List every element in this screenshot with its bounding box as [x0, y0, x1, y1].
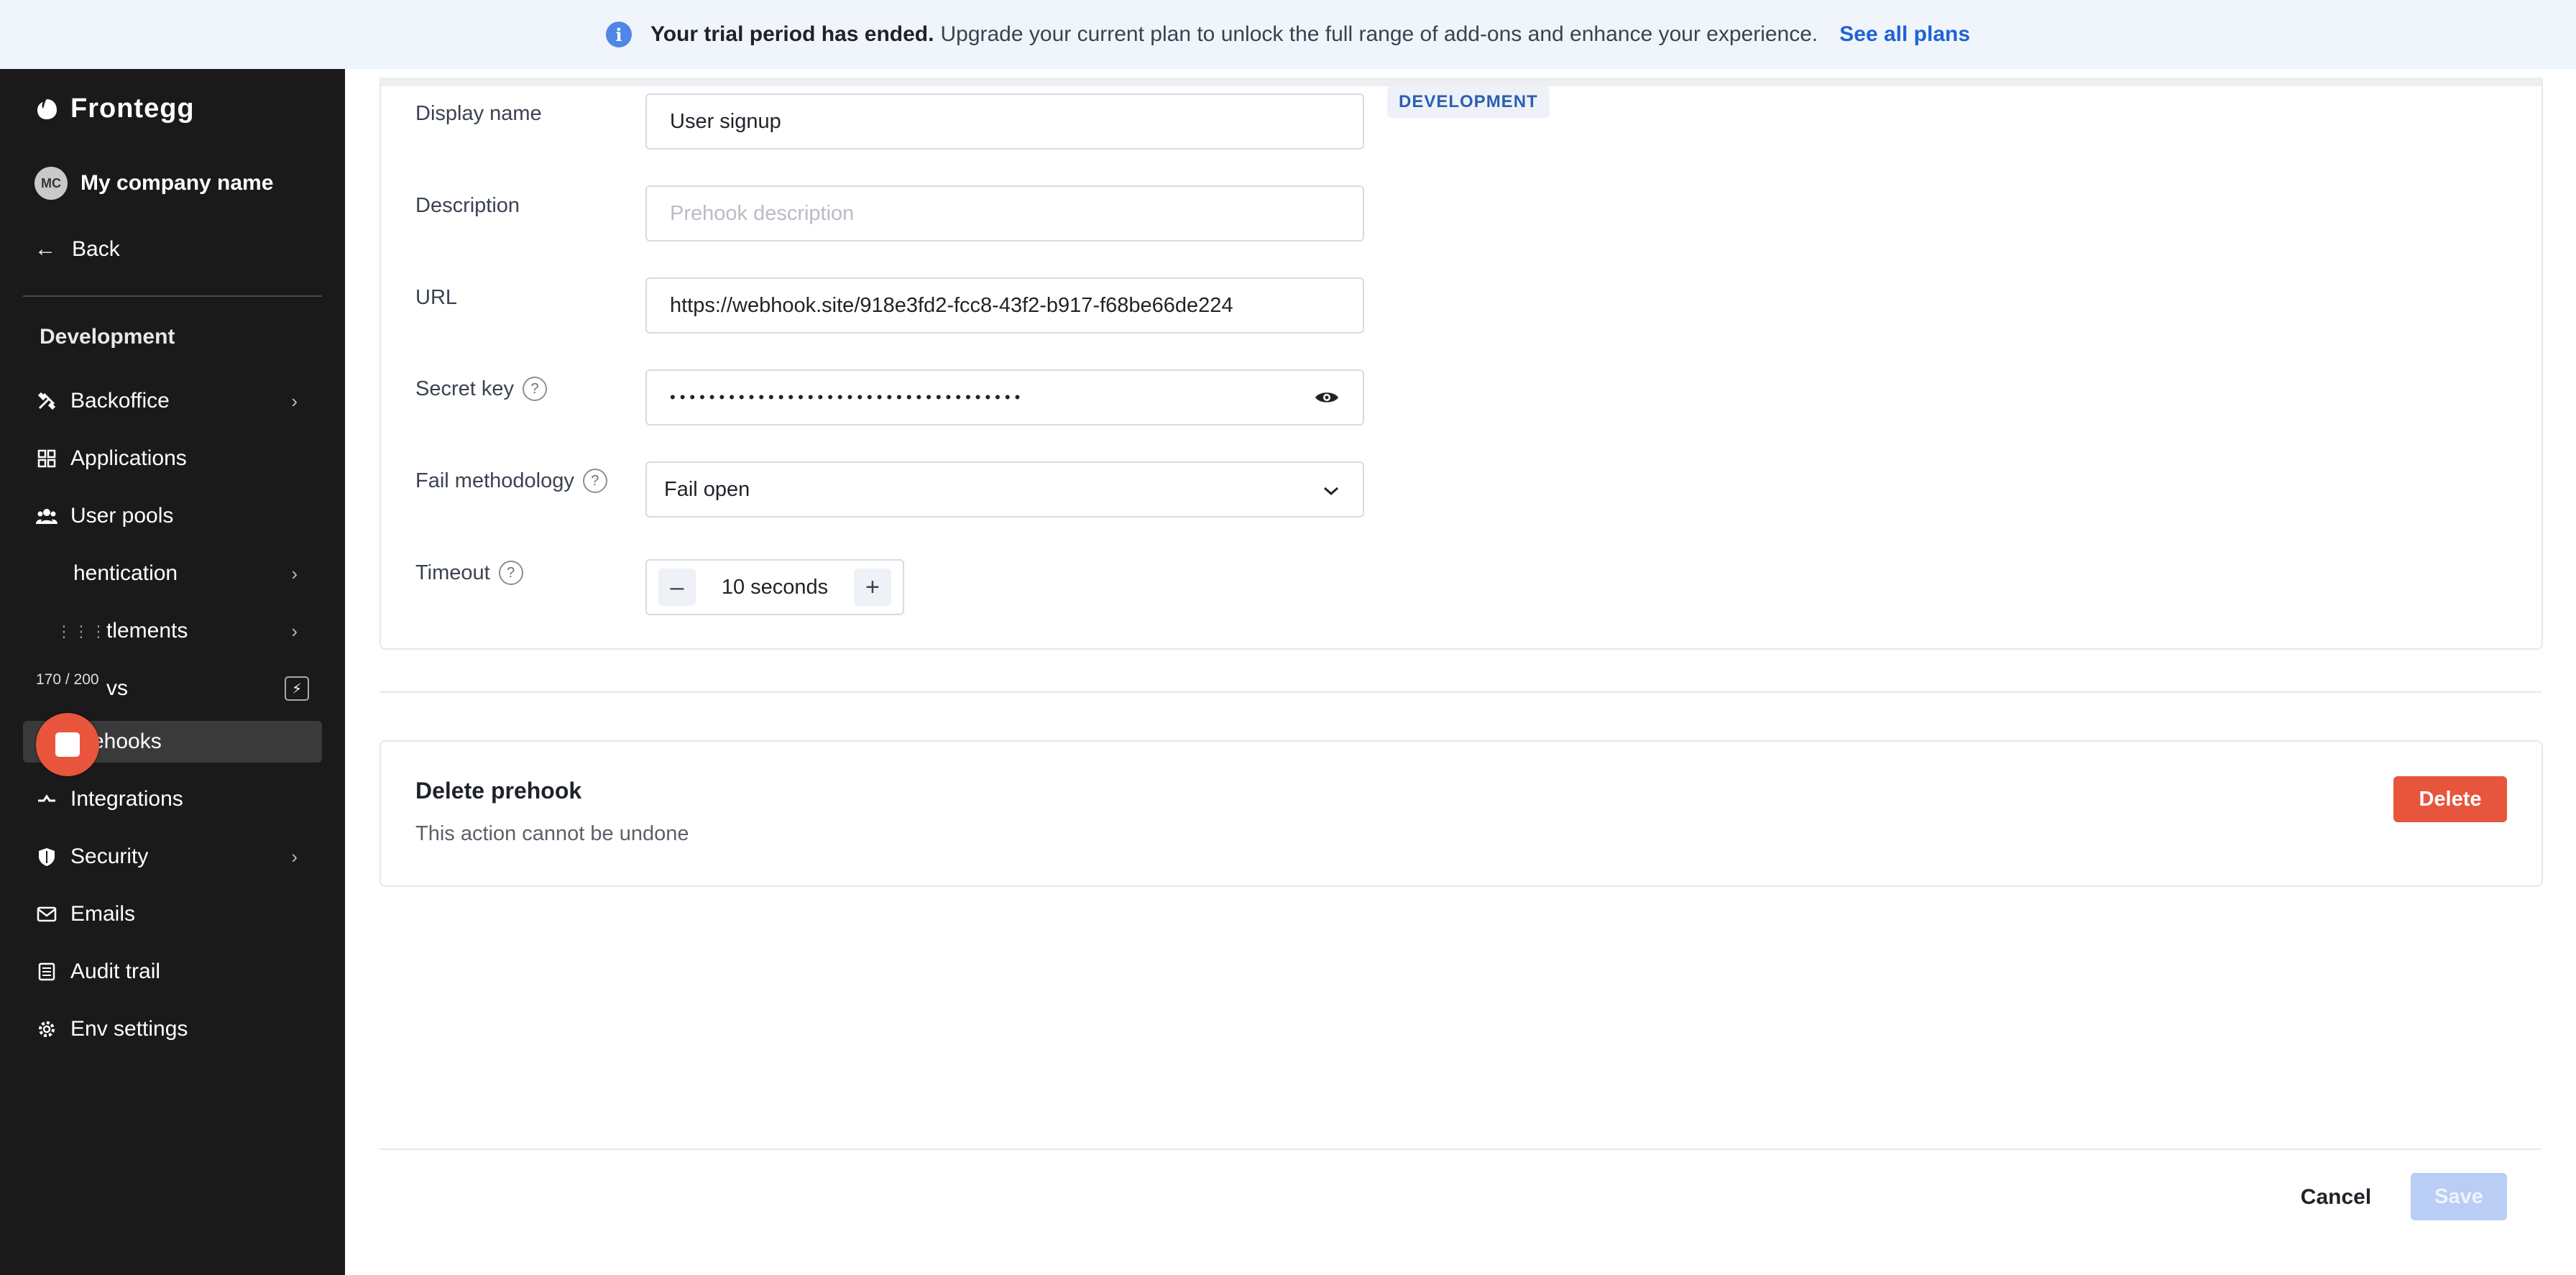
sidebar: Frontegg MC My company name ← Back Devel… — [0, 69, 345, 1275]
sidebar-item-user-pools[interactable]: User pools — [23, 495, 322, 537]
secret-key-label-row: Secret key ? — [415, 377, 547, 401]
section-label: Development — [40, 325, 175, 349]
description-label: Description — [415, 194, 520, 217]
banner-title: Your trial period has ended. — [650, 22, 934, 46]
sidebar-item-authentication[interactable]: hentication › — [23, 553, 322, 594]
sidebar-item-label: Applications — [70, 446, 187, 470]
sidebar-item-applications[interactable]: Applications — [23, 438, 322, 479]
sidebar-item-security[interactable]: Security › — [23, 836, 322, 878]
company-switcher[interactable]: MC My company name — [34, 167, 273, 200]
fail-methodology-select[interactable]: Fail open — [645, 461, 1364, 517]
stop-recording-button[interactable] — [36, 713, 99, 776]
list-icon — [36, 961, 58, 982]
chevron-right-icon: › — [291, 562, 298, 584]
see-all-plans-link[interactable]: See all plans — [1839, 22, 1970, 47]
prehook-form-card: DEVELOPMENT Display name User signup Des… — [380, 78, 2543, 650]
fail-methodology-value: Fail open — [664, 477, 750, 501]
help-icon[interactable]: ? — [498, 561, 523, 585]
chevron-right-icon: › — [291, 845, 298, 867]
avatar: MC — [34, 167, 68, 200]
sidebar-item-label: User pools — [70, 504, 174, 528]
timeout-label-row: Timeout ? — [415, 561, 523, 585]
sidebar-item-label: hentication — [73, 561, 178, 585]
save-button[interactable]: Save — [2411, 1173, 2507, 1220]
help-icon[interactable]: ? — [523, 377, 547, 401]
chevron-right-icon: › — [291, 620, 298, 642]
lock-icon — [36, 563, 58, 584]
sidebar-item-label: Emails — [70, 902, 136, 926]
plug-icon — [36, 788, 58, 810]
main-content: DEVELOPMENT Display name User signup Des… — [345, 69, 2576, 1275]
grid-icon — [36, 448, 58, 469]
logo-text: Frontegg — [70, 93, 195, 124]
secret-key-label: Secret key — [415, 377, 514, 400]
display-name-label: Display name — [415, 102, 542, 125]
sidebar-item-integrations[interactable]: Integrations — [23, 778, 322, 820]
cancel-button[interactable]: Cancel — [2286, 1174, 2386, 1220]
chevron-right-icon: › — [291, 390, 298, 412]
delete-title: Delete prehook — [415, 778, 582, 804]
increment-button[interactable]: + — [853, 569, 891, 606]
sidebar-divider — [23, 295, 322, 297]
sidebar-item-label: Audit trail — [70, 959, 161, 983]
decrement-button[interactable]: – — [658, 569, 696, 606]
sidebar-item-label: Backoffice — [70, 389, 170, 413]
fail-methodology-label-row: Fail methodology ? — [415, 469, 607, 493]
info-icon: i — [605, 22, 632, 47]
stop-icon — [55, 732, 80, 757]
trial-banner: i Your trial period has ended. Upgrade y… — [0, 0, 2576, 69]
tools-icon — [36, 390, 58, 412]
footer-divider — [380, 1149, 2542, 1150]
environment-badge: DEVELOPMENT — [1387, 86, 1550, 118]
fail-methodology-label: Fail methodology — [415, 469, 574, 492]
sidebar-item-env-settings[interactable]: Env settings — [23, 1008, 322, 1050]
timeout-label: Timeout — [415, 561, 490, 584]
section-divider — [380, 691, 2542, 693]
company-name: My company name — [80, 171, 274, 195]
banner-text: Upgrade your current plan to unlock the … — [940, 22, 1818, 46]
sidebar-item-label: Env settings — [70, 1017, 188, 1041]
sidebar-item-label: vs — [106, 676, 128, 700]
sidebar-item-backoffice[interactable]: Backoffice › — [23, 380, 322, 422]
back-label: Back — [72, 237, 120, 261]
url-input[interactable]: https://webhook.site/918e3fd2-fcc8-43f2-… — [645, 277, 1364, 333]
description-input[interactable]: Prehook description — [645, 185, 1364, 241]
url-label: URL — [415, 286, 458, 309]
timeout-stepper: – 10 seconds + — [645, 559, 904, 615]
lightning-icon: ⚡ — [285, 676, 309, 701]
back-link[interactable]: ← Back — [34, 237, 120, 262]
sidebar-item-audit-trail[interactable]: Audit trail — [23, 951, 322, 993]
timeout-value[interactable]: 10 seconds — [722, 576, 828, 599]
delete-button[interactable]: Delete — [2393, 776, 2507, 822]
secret-key-input[interactable]: •••••••••••••••••••••••••••••••••••• — [645, 369, 1364, 425]
drag-handle-icon[interactable]: ⋮⋮⋮ — [56, 622, 108, 641]
sidebar-item-label: Integrations — [70, 787, 183, 811]
display-name-input[interactable]: User signup — [645, 93, 1364, 149]
delete-subtitle: This action cannot be undone — [415, 822, 689, 845]
shield-icon — [36, 846, 58, 867]
sidebar-item-label: Prehooks — [70, 729, 162, 753]
mail-icon — [36, 903, 58, 925]
users-icon — [36, 505, 58, 527]
help-icon[interactable]: ? — [582, 469, 607, 493]
gear-icon — [36, 1018, 58, 1040]
eye-icon[interactable] — [1314, 389, 1340, 406]
chevron-down-icon — [1322, 479, 1340, 501]
sidebar-item-label: Security — [70, 844, 149, 868]
sidebar-item-emails[interactable]: Emails — [23, 893, 322, 935]
frontegg-logo[interactable]: Frontegg — [34, 93, 195, 124]
frontegg-logo-icon — [37, 98, 57, 119]
recording-counter: 170 / 200 — [36, 671, 99, 688]
sidebar-item-label: tlements — [106, 619, 188, 643]
arrow-left-icon: ← — [34, 237, 56, 261]
delete-prehook-card: Delete prehook This action cannot be und… — [380, 740, 2543, 887]
key-icon — [36, 620, 58, 642]
secret-key-value: •••••••••••••••••••••••••••••••••••• — [670, 388, 1025, 406]
